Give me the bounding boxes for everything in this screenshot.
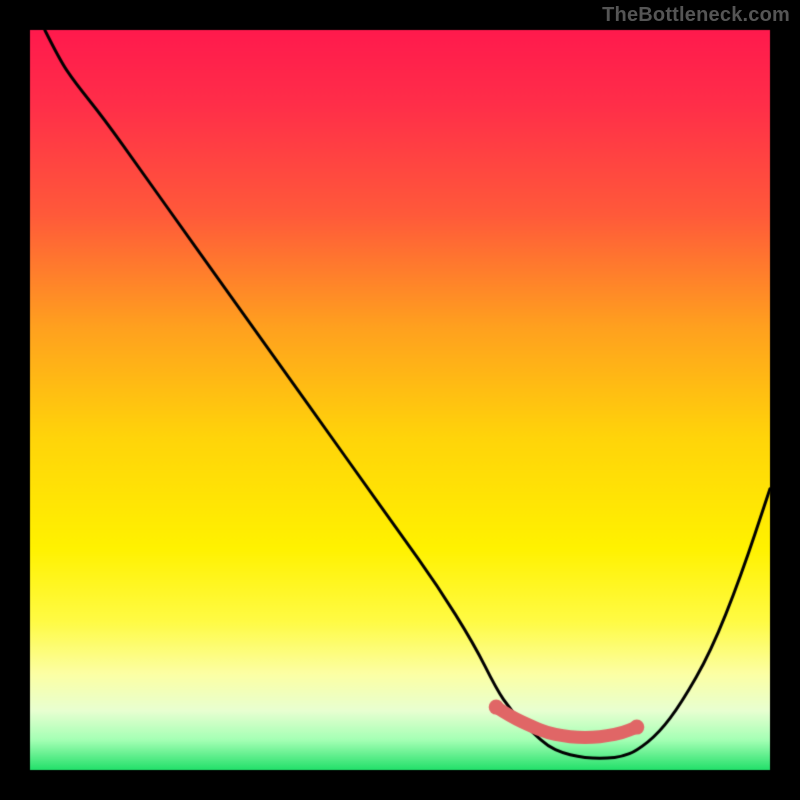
bottleneck-curve	[0, 0, 800, 800]
attribution-label: TheBottleneck.com	[602, 4, 790, 27]
chart-stage: TheBottleneck.com	[0, 0, 800, 800]
